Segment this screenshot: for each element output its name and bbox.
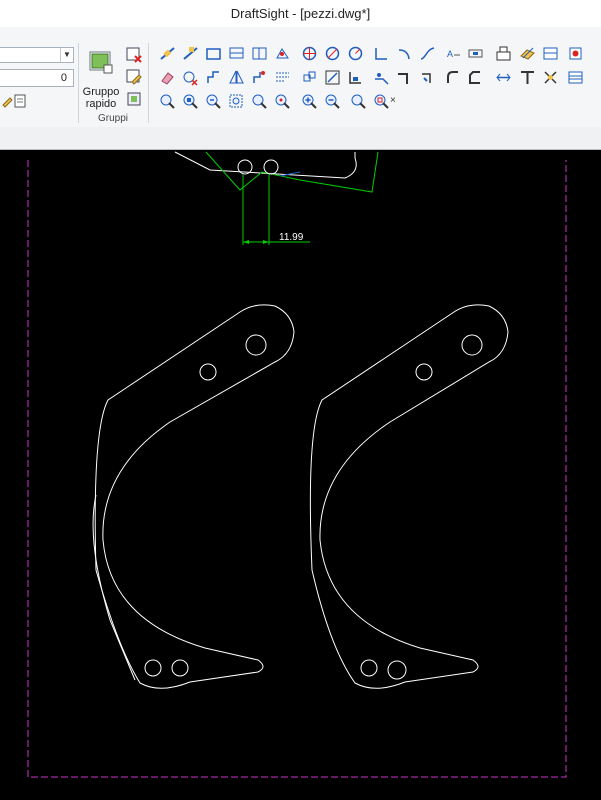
align-icon[interactable] (519, 69, 536, 86)
polygon-tool-icon[interactable] (228, 45, 245, 62)
zoom-in-icon[interactable] (301, 93, 318, 110)
quick-group-icon[interactable] (88, 49, 114, 75)
mirror-icon[interactable] (228, 69, 245, 86)
zoom-realtime-icon[interactable] (350, 93, 367, 110)
eraser-icon[interactable] (159, 69, 176, 86)
break-icon[interactable] (419, 69, 436, 86)
dimension-label: 11.99 (279, 232, 304, 243)
block-insert-icon[interactable] (467, 45, 484, 62)
properties-icon[interactable] (567, 69, 584, 86)
lengthen-icon[interactable] (495, 69, 512, 86)
canvas-background (0, 150, 601, 800)
layer-print-icon[interactable] (567, 45, 584, 62)
scale-icon[interactable] (324, 69, 341, 86)
zoom-all-icon[interactable] (373, 93, 390, 110)
construction-line-icon[interactable] (182, 45, 199, 62)
window-title: DraftSight - [pezzi.dwg*] (230, 6, 371, 21)
zoom-window-icon[interactable] (182, 93, 199, 110)
number-input[interactable]: 0 (0, 69, 74, 87)
line-tool-icon[interactable] (159, 45, 176, 62)
close-icon[interactable]: × (390, 95, 396, 106)
quick-group-label-1: Gruppo (82, 86, 120, 98)
pattern-icon[interactable] (274, 69, 291, 86)
chevron-down-icon[interactable]: ▼ (60, 48, 73, 62)
copy-icon[interactable] (182, 69, 199, 86)
table-tool-icon[interactable] (251, 45, 268, 62)
layer-edit-icon[interactable] (519, 45, 536, 62)
chamfer-icon[interactable] (467, 69, 484, 86)
zoom-extents-icon[interactable] (159, 93, 176, 110)
trim-icon[interactable] (373, 69, 390, 86)
group-manager-icon[interactable] (126, 91, 142, 107)
arc-icon[interactable] (396, 45, 413, 62)
offset-icon[interactable] (251, 69, 268, 86)
layer-state-icon[interactable] (495, 45, 512, 62)
quick-group-label-2: rapido (85, 98, 117, 110)
circle-diameter-icon[interactable] (324, 45, 341, 62)
drawing-canvas[interactable]: 11.99 (0, 150, 601, 800)
stretch-icon[interactable] (347, 69, 364, 86)
group-delete-icon[interactable] (126, 47, 142, 63)
ribbon-toolbar: ▼ 0 Gruppo rapido Gruppi A × (0, 27, 601, 128)
spline-icon[interactable] (419, 45, 436, 62)
fillet-icon[interactable] (445, 69, 462, 86)
polyline-icon[interactable] (373, 45, 390, 62)
layer-combo[interactable]: ▼ (0, 47, 74, 63)
explode-icon[interactable] (542, 69, 559, 86)
ribbon-separator (148, 43, 149, 123)
zoom-out-icon[interactable] (324, 93, 341, 110)
rectangle-tool-icon[interactable] (205, 45, 222, 62)
extend-icon[interactable] (396, 69, 413, 86)
ribbon-group-caption: Gruppi (97, 113, 128, 124)
group-edit-icon[interactable] (126, 69, 142, 85)
text-tool-icon[interactable]: A (445, 45, 462, 62)
circle-center-icon[interactable] (301, 45, 318, 62)
move-icon[interactable] (205, 69, 222, 86)
zoom-scale-icon[interactable] (251, 93, 268, 110)
ribbon-collapsed-strip (0, 127, 601, 150)
quick-group-button[interactable]: Gruppo rapido (80, 86, 122, 110)
ribbon-separator (78, 43, 79, 123)
rotate-icon[interactable] (301, 69, 318, 86)
zoom-center-icon[interactable] (274, 93, 291, 110)
circle-radius-icon[interactable] (347, 45, 364, 62)
document-icon[interactable] (12, 93, 28, 109)
zoom-previous-icon[interactable] (205, 93, 222, 110)
window-titlebar: DraftSight - [pezzi.dwg*] (0, 0, 601, 27)
number-input-value: 0 (60, 72, 67, 84)
layer-save-icon[interactable] (542, 45, 559, 62)
zoom-fit-icon[interactable] (228, 93, 245, 110)
svg-text:A: A (447, 49, 453, 59)
hatch-tool-icon[interactable] (274, 45, 291, 62)
